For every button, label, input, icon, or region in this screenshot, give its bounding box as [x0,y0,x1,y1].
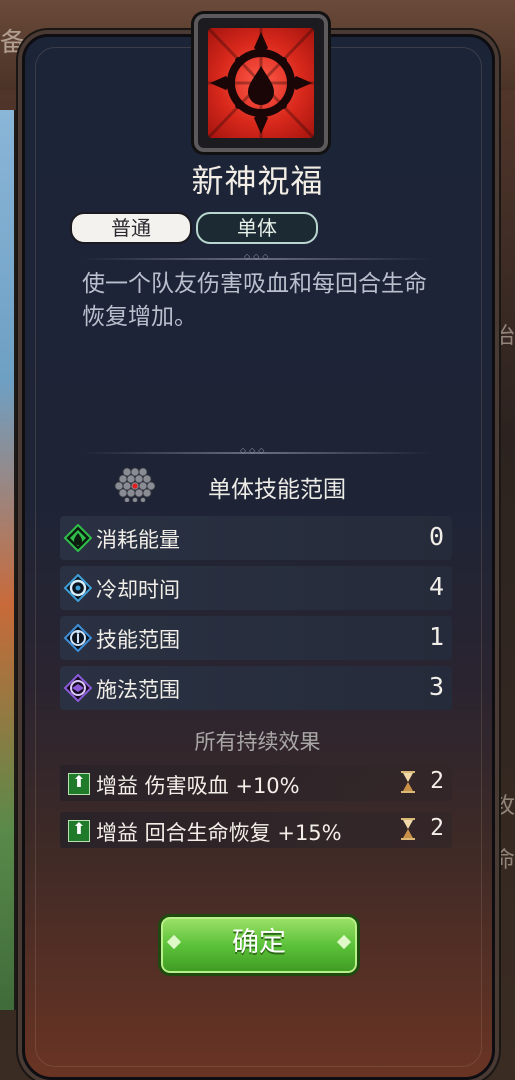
skill-range-icon [64,624,92,652]
stat-row-skill-range: 技能范围 1 [60,616,452,660]
skill-tag-single-target: 单体 [196,212,318,244]
skill-name: 新神祝福 [191,162,324,200]
skill-range-label: 单体技能范围 [208,477,346,503]
stat-value: 1 [428,622,444,651]
stat-row-cooldown: 冷却时间 4 [60,566,452,610]
stat-row-cast-range: 施法范围 3 [60,666,452,710]
background-text: 命 [492,848,515,873]
effect-row: ⬆ 增益 回合生命恢复 +15% 2 [60,812,452,848]
divider-ornament: ◇◇◇ [244,252,272,261]
background-text: 攻 [492,794,515,819]
stat-label: 冷却时间 [96,578,180,602]
buff-up-arrow-icon: ⬆ [68,772,90,795]
hourglass-icon [401,771,415,793]
cooldown-icon [64,574,92,602]
hourglass-icon [401,818,415,840]
skill-tag-normal: 普通 [70,212,192,244]
confirm-button-label: 确定 [232,927,286,958]
blood-drop-icon [208,28,314,138]
background-hero-card [0,110,17,1010]
stat-value: 0 [428,522,444,551]
button-ornament [166,934,182,950]
divider-ornament: ◇◇◇ [240,446,268,455]
hex-grid-range-icon [114,467,156,502]
confirm-button[interactable]: 确定 [158,914,360,976]
stat-label: 技能范围 [96,628,180,652]
effects-title: 所有持续效果 [194,730,321,754]
effect-text: 增益 回合生命恢复 +15% [96,821,342,845]
skill-icon-frame [194,14,328,152]
button-ornament [336,934,352,950]
effect-row: ⬆ 增益 伤害吸血 +10% 2 [60,765,452,801]
stat-value: 4 [428,572,444,601]
background-text: 治 [492,324,515,349]
energy-icon [64,524,92,552]
skill-description: 使一个队友伤害吸血和每回合生命恢复增加。 [82,271,427,330]
stat-row-energy-cost: 消耗能量 0 [60,516,452,560]
effect-duration: 2 [430,768,444,794]
effect-text: 增益 伤害吸血 +10% [96,774,300,798]
buff-up-arrow-icon: ⬆ [68,819,90,842]
effect-duration: 2 [430,815,444,841]
stat-value: 3 [428,672,444,701]
stat-label: 施法范围 [96,678,180,702]
cast-range-icon [64,674,92,702]
stat-label: 消耗能量 [96,528,180,552]
